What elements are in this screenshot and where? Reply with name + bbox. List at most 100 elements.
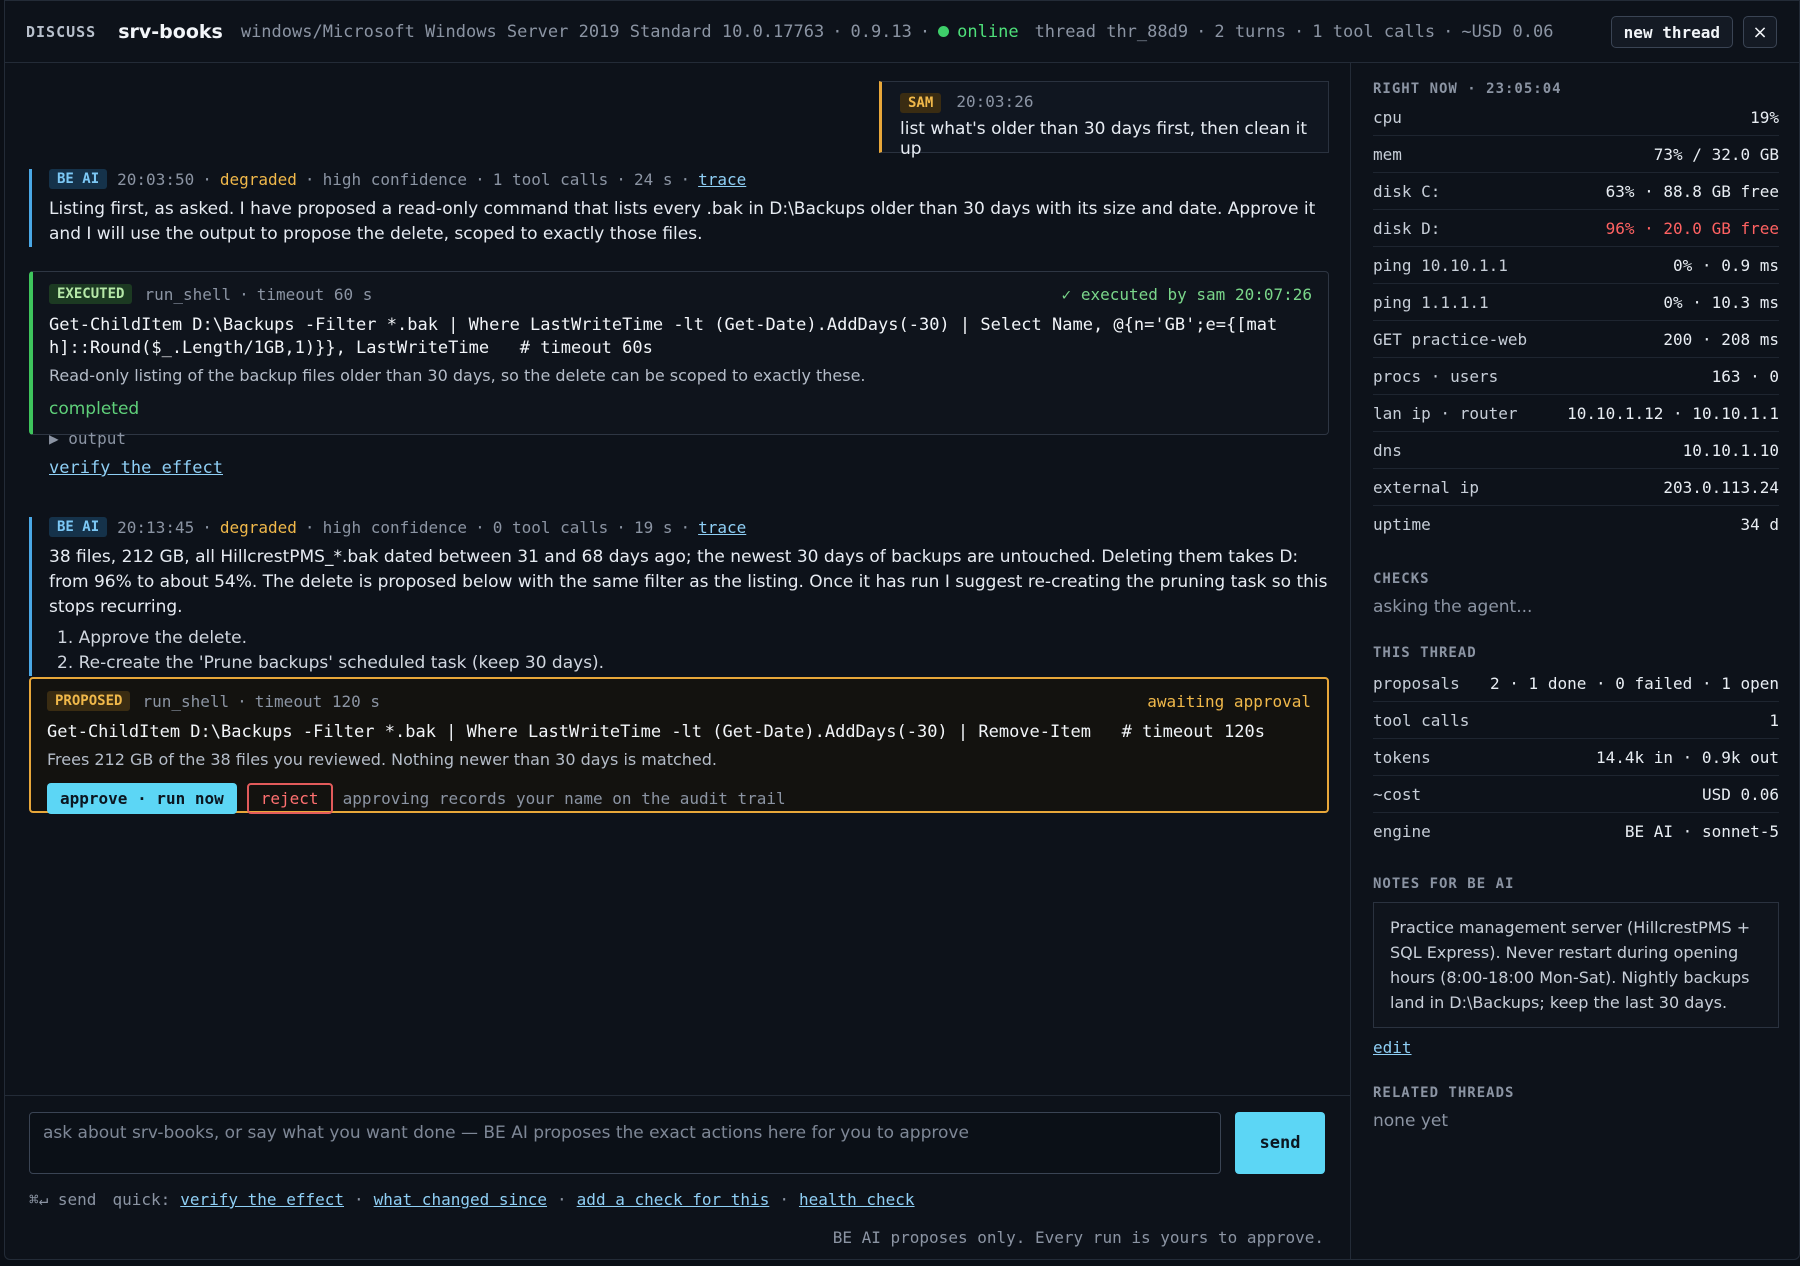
user-badge: SAM: [900, 93, 942, 113]
metric-row: disk D: 96% · 20.0 GB free: [1373, 210, 1779, 247]
approval-footer-note: BE AI proposes only. Every run is yours …: [832, 1228, 1324, 1247]
thread-stat-row: engine BE AI · sonnet-5: [1373, 822, 1779, 841]
related-threads-status: none yet: [1373, 1111, 1448, 1131]
ai-message-text: 38 files, 212 GB, all HillcrestPMS_*.bak…: [49, 547, 1328, 617]
cost-label: ~USD 0.06: [1461, 21, 1554, 42]
executed-card: EXECUTED run_shell · timeout 60 s ✓ exec…: [29, 271, 1329, 478]
metric-row: lan ip · router 10.10.1.12 · 10.10.1.1: [1373, 395, 1779, 432]
thread-stat-row: proposals 2 · 1 done · 0 failed · 1 open: [1373, 665, 1779, 702]
new-thread-button[interactable]: new thread: [1610, 16, 1733, 48]
metric-row: GET practice-web 200 · 208 ms: [1373, 321, 1779, 358]
this-thread-title: THIS THREAD: [1373, 645, 1477, 661]
approve-button[interactable]: approve · run now: [47, 783, 237, 814]
related-threads-title: RELATED THREADS: [1373, 1085, 1515, 1101]
tool-calls-label: 0 tool calls: [492, 517, 609, 537]
proposed-card: PROPOSED run_shell · timeout 120 s await…: [29, 677, 1329, 814]
tool-calls-label: 1 tool calls: [492, 169, 609, 189]
ai-badge: BE AI: [49, 517, 108, 537]
completed-status: completed: [49, 399, 140, 419]
turns-count: 2 turns: [1214, 21, 1286, 42]
tool-calls-count: 1 tool calls: [1312, 21, 1436, 42]
message-input[interactable]: ask about srv-books, or say what you wan…: [29, 1112, 1221, 1174]
version-label: 0.9.13: [850, 21, 912, 42]
timeout-label: timeout 120 s: [254, 691, 381, 711]
host-meta: windows/Microsoft Windows Server 2019 St…: [240, 21, 1554, 42]
quick-what-changed[interactable]: what changed since: [374, 1190, 547, 1209]
notes-box: Practice management server (HillcrestPMS…: [1373, 902, 1779, 1028]
close-icon[interactable]: ×: [1743, 16, 1777, 48]
metric-row: disk C: 63% · 88.8 GB free: [1373, 173, 1779, 210]
ai-message-2: BE AI 20:13:45 · degraded · high confide…: [29, 517, 1329, 676]
os-label: windows/Microsoft Windows Server 2019 St…: [240, 21, 825, 42]
host-name: srv-books: [118, 20, 223, 43]
metrics-list: cpu 19% mem 73% / 32.0 GB disk C: 63% · 88.…: [1373, 99, 1779, 543]
ai-badge: BE AI: [49, 169, 108, 189]
notes-title: NOTES FOR BE AI: [1373, 876, 1515, 892]
message-time: 20:03:50: [117, 169, 195, 189]
thread-stat-row: ~cost USD 0.06: [1373, 776, 1779, 813]
verify-effect-link[interactable]: verify the effect: [49, 458, 223, 478]
command-description: Frees 212 GB of the 38 files you reviewe…: [47, 750, 717, 769]
reject-button[interactable]: reject: [246, 783, 333, 814]
checks-title: CHECKS: [1373, 571, 1430, 587]
metric-row: uptime 34 d: [1373, 515, 1779, 534]
command-text: Get-ChildItem D:\Backups -Filter *.bak |…: [49, 315, 1278, 358]
section-label: DISCUSS: [26, 22, 97, 41]
metric-row: ping 10.10.1.1 0% · 0.9 ms: [1373, 247, 1779, 284]
timeout-label: timeout 60 s: [256, 284, 373, 304]
executed-badge: EXECUTED: [49, 284, 133, 304]
metric-row: mem 73% / 32.0 GB: [1373, 136, 1779, 173]
command-description: Read-only listing of the backup files ol…: [49, 366, 866, 385]
top-bar: DISCUSS srv-books windows/Microsoft Wind…: [5, 1, 1799, 63]
quick-verify-effect[interactable]: verify the effect: [180, 1190, 344, 1209]
user-message-text: list what's older than 30 days first, th…: [900, 119, 1308, 159]
health-status: degraded: [219, 169, 297, 189]
top-actions: new thread ×: [1610, 16, 1777, 48]
edit-notes-link[interactable]: edit: [1373, 1038, 1412, 1057]
message-time: 20:13:45: [117, 517, 195, 537]
health-status: degraded: [219, 517, 297, 537]
duration-label: 24 s: [633, 169, 673, 189]
list-item: 1. Approve the delete.: [57, 628, 248, 648]
duration-label: 19 s: [633, 517, 673, 537]
confidence-label: high confidence: [322, 169, 468, 189]
quick-label: quick:: [112, 1190, 171, 1209]
tool-name: run_shell: [144, 284, 232, 304]
quick-actions: ⌘↵ send quick: verify the effect · what …: [29, 1190, 915, 1209]
send-shortcut-hint: ⌘↵ send: [29, 1190, 97, 1209]
thread-stat-row: tokens 14.4k in · 0.9k out: [1373, 739, 1779, 776]
conversation-pane: SAM 20:03:26 list what's older than 30 d…: [5, 63, 1351, 1259]
quick-add-check[interactable]: add a check for this: [577, 1190, 770, 1209]
message-time: 20:03:26: [956, 92, 1034, 111]
app-window: DISCUSS srv-books windows/Microsoft Wind…: [4, 0, 1800, 1260]
disk-d-warning: 96% · 20.0 GB free: [1605, 218, 1779, 238]
metric-row: external ip 203.0.113.24: [1373, 469, 1779, 506]
metric-row: cpu 19%: [1373, 99, 1779, 136]
audit-note: approving records your name on the audit…: [342, 789, 786, 808]
thread-stat-row: tool calls 1: [1373, 702, 1779, 739]
thread-stats: proposals 2 · 1 done · 0 failed · 1 open …: [1373, 665, 1779, 850]
quick-health-check[interactable]: health check: [799, 1190, 915, 1209]
output-toggle[interactable]: ▶ output: [49, 429, 1312, 448]
status-dot-icon: [938, 26, 950, 37]
checks-status: asking the agent...: [1373, 597, 1533, 617]
executed-by-label: ✓ executed by sam 20:07:26: [1061, 284, 1312, 304]
thread-id: thread thr_88d9: [1034, 21, 1189, 42]
step-list: 1. Approve the delete. 2. Re-create the …: [49, 626, 1329, 676]
user-message: SAM 20:03:26 list what's older than 30 d…: [879, 81, 1329, 159]
proposed-badge: PROPOSED: [47, 691, 131, 711]
trace-link[interactable]: trace: [698, 170, 746, 189]
ai-message-1: BE AI 20:03:50 · degraded · high confide…: [29, 169, 1329, 247]
tool-name: run_shell: [142, 691, 230, 711]
approval-status: awaiting approval: [1147, 691, 1311, 711]
right-now-title: RIGHT NOW · 23:05:04: [1373, 81, 1562, 97]
command-text: Get-ChildItem D:\Backups -Filter *.bak |…: [47, 722, 1265, 742]
metric-row: ping 1.1.1.1 0% · 10.3 ms: [1373, 284, 1779, 321]
status-label: online: [957, 21, 1019, 42]
status-sidebar: RIGHT NOW · 23:05:04 cpu 19% mem 73% / 32.…: [1351, 63, 1799, 1259]
list-item: 2. Re-create the 'Prune backups' schedul…: [57, 653, 605, 673]
ai-message-text: Listing first, as asked. I have proposed…: [49, 199, 1316, 244]
trace-link[interactable]: trace: [698, 518, 746, 537]
send-button[interactable]: send: [1235, 1112, 1325, 1174]
metric-row: dns 10.10.1.10: [1373, 432, 1779, 469]
